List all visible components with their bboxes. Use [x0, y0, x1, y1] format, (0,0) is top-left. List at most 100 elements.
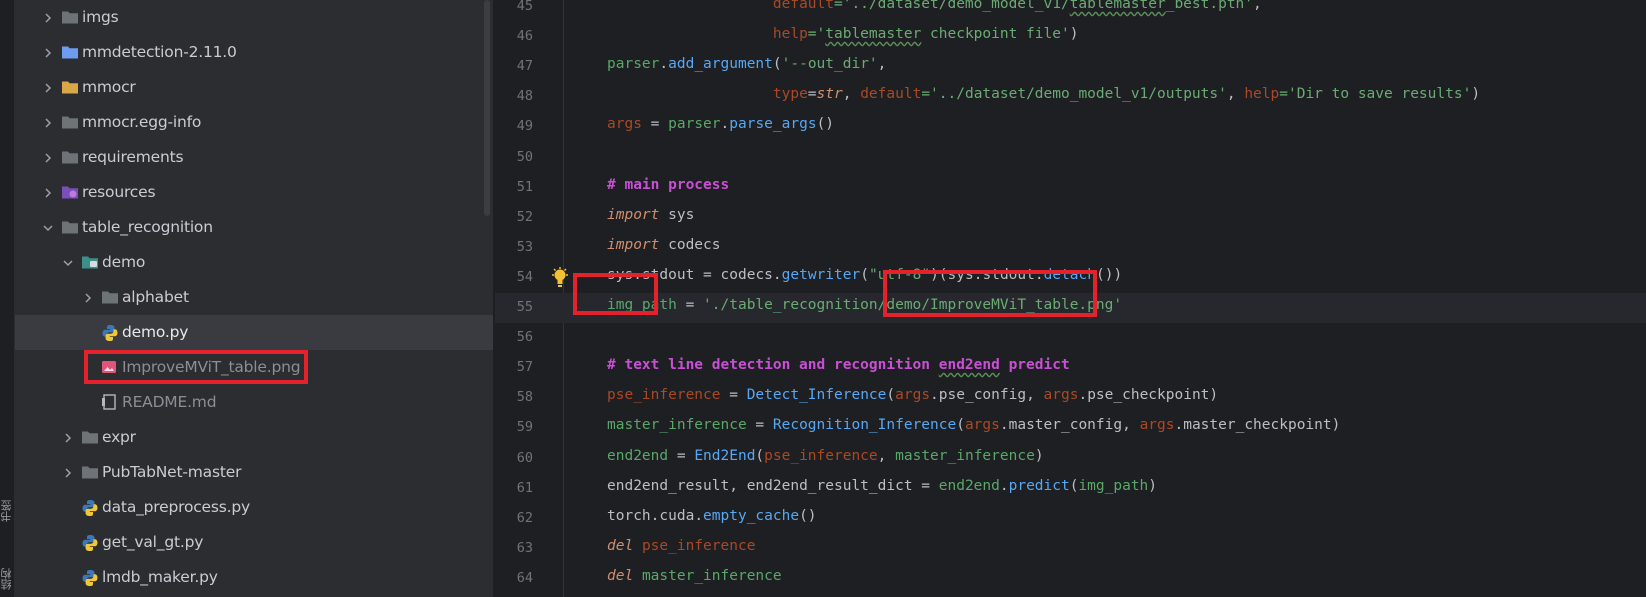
chevron-right-icon[interactable] — [62, 466, 74, 478]
line-number: 57 — [516, 359, 533, 376]
project-tree-scrollbar[interactable] — [484, 0, 490, 216]
tree-item[interactable]: README.md — [15, 385, 493, 420]
code-text: # text line detection and recognition en… — [607, 357, 1070, 373]
chevron-right-icon[interactable] — [82, 291, 94, 303]
code-text: help='tablemaster checkpoint file') — [607, 26, 1079, 42]
folder-blue-icon — [61, 44, 79, 60]
code-text: torch.cuda.empty_cache() — [607, 508, 817, 524]
code-line[interactable]: 50 — [495, 143, 1646, 173]
tree-item-label: requirements — [82, 148, 184, 166]
code-line[interactable]: 64 del master_inference — [495, 564, 1646, 594]
tree-item[interactable]: requirements — [15, 140, 493, 175]
line-number: 54 — [516, 268, 533, 285]
chevron-right-icon[interactable] — [42, 11, 54, 23]
chevron-right-icon[interactable] — [42, 116, 54, 128]
code-line[interactable]: 48 type=str, default='../dataset/demo_mo… — [495, 82, 1646, 112]
code-token: ='../dataset/demo_model_v1/outputs' — [921, 86, 1227, 103]
tree-item[interactable]: demo — [15, 245, 493, 280]
tree-item-label: imgs — [82, 8, 119, 26]
highlight-box-filename — [883, 270, 1097, 317]
code-token: ) — [1471, 86, 1481, 103]
code-line[interactable]: 56 — [495, 323, 1646, 353]
tree-item[interactable]: table_recognition — [15, 210, 493, 245]
code-line[interactable]: 53 import codecs — [495, 233, 1646, 263]
chevron-down-icon[interactable] — [42, 221, 54, 233]
code-line[interactable]: 46 help='tablemaster checkpoint file') — [495, 22, 1646, 52]
project-tree: imgs mmdetection-2.11.0 mmocr mmocr.egg-inf… — [15, 0, 493, 597]
bookmarks-tab[interactable]: 书签 — [0, 500, 15, 522]
code-line[interactable]: 57 # text line detection and recognition … — [495, 353, 1646, 383]
code-line[interactable]: 59 master_inference = Recognition_Inferen… — [495, 413, 1646, 443]
tree-item[interactable]: PubTabNet-master — [15, 455, 493, 490]
code-token: end2end_result — [607, 477, 730, 494]
line-number: 58 — [516, 389, 533, 406]
line-number: 45 — [516, 0, 533, 14]
code-token: , — [842, 86, 861, 103]
folder-icon — [61, 114, 79, 130]
code-line[interactable]: 52 import sys — [495, 203, 1646, 233]
line-number: 62 — [516, 509, 533, 526]
code-line[interactable]: 45 default='../dataset/demo_model_v1/tab… — [495, 0, 1646, 22]
code-line[interactable]: 62 torch.cuda.empty_cache() — [495, 504, 1646, 534]
tree-item[interactable]: mmdetection-2.11.0 — [15, 35, 493, 70]
code-token: .pse_checkpoint) — [1078, 387, 1219, 404]
chevron-right-icon[interactable] — [62, 431, 74, 443]
tree-item[interactable]: data_preprocess.py — [15, 490, 493, 525]
python-file-icon — [101, 324, 119, 341]
code-line[interactable]: 51 # main process — [495, 173, 1646, 203]
folder-icon — [101, 289, 119, 305]
code-token: end2end_result_dict — [746, 477, 913, 494]
tree-item[interactable]: get_val_gt.py — [15, 525, 493, 560]
line-number: 55 — [516, 299, 533, 315]
tree-item[interactable]: imgs — [15, 0, 493, 35]
tree-item-label: mmocr — [82, 78, 136, 96]
tree-item-label: PubTabNet-master — [102, 463, 242, 481]
code-text: del pse_inference — [607, 538, 755, 554]
code-token: args — [1139, 417, 1175, 434]
code-token: args — [895, 387, 931, 404]
side-tool-strip: 书签 结构 — [0, 0, 15, 597]
code-line[interactable]: 61 end2end_result, end2end_result_dict = … — [495, 474, 1646, 504]
tree-item[interactable]: mmocr.egg-info — [15, 105, 493, 140]
tree-item[interactable]: demo.py — [15, 315, 493, 350]
structure-tab[interactable]: 结构 — [0, 568, 15, 590]
code-text: master_inference = Recognition_Inference… — [607, 417, 1340, 433]
code-token: ( — [956, 417, 965, 434]
tree-item[interactable]: expr — [15, 420, 493, 455]
code-token: = — [912, 477, 939, 494]
code-token: ='Dir to save results' — [1279, 86, 1472, 103]
line-number: 47 — [516, 58, 533, 75]
code-token: predict — [1008, 477, 1070, 494]
code-token: () — [799, 507, 817, 524]
line-number: 59 — [516, 419, 533, 436]
tree-item[interactable]: lmdb_maker.py — [15, 560, 493, 595]
code-text: end2end = End2End(pse_inference, master_… — [607, 448, 1044, 464]
code-token: pse_inference — [641, 537, 756, 554]
code-line[interactable]: 63 del pse_inference — [495, 534, 1646, 564]
lightbulb-icon[interactable] — [551, 266, 569, 289]
code-token: = — [746, 417, 773, 434]
chevron-down-icon[interactable] — [62, 256, 74, 268]
code-text: parser.add_argument('--out_dir', — [607, 56, 886, 72]
chevron-right-icon[interactable] — [42, 186, 54, 198]
code-line[interactable]: 49 args = parser.parse_args() — [495, 112, 1646, 142]
code-token: args — [1043, 387, 1079, 404]
chevron-right-icon[interactable] — [42, 46, 54, 58]
line-number: 48 — [516, 88, 533, 105]
code-token: codecs — [720, 266, 773, 283]
tree-item[interactable]: alphabet — [15, 280, 493, 315]
chevron-right-icon[interactable] — [42, 151, 54, 163]
code-token: codecs — [659, 236, 721, 253]
code-token: end2end — [938, 477, 1000, 494]
code-token: '--out_dir' — [781, 56, 878, 73]
code-token: help — [1244, 86, 1280, 103]
code-line[interactable]: 47 parser.add_argument('--out_dir', — [495, 52, 1646, 82]
code-line[interactable]: 60 end2end = End2End(pse_inference, maste… — [495, 444, 1646, 474]
tree-item[interactable]: resources — [15, 175, 493, 210]
tree-item[interactable]: mmocr — [15, 70, 493, 105]
tree-item-label: expr — [102, 428, 136, 446]
code-line[interactable]: 58 pse_inference = Detect_Inference(args.… — [495, 383, 1646, 413]
chevron-right-icon[interactable] — [42, 81, 54, 93]
